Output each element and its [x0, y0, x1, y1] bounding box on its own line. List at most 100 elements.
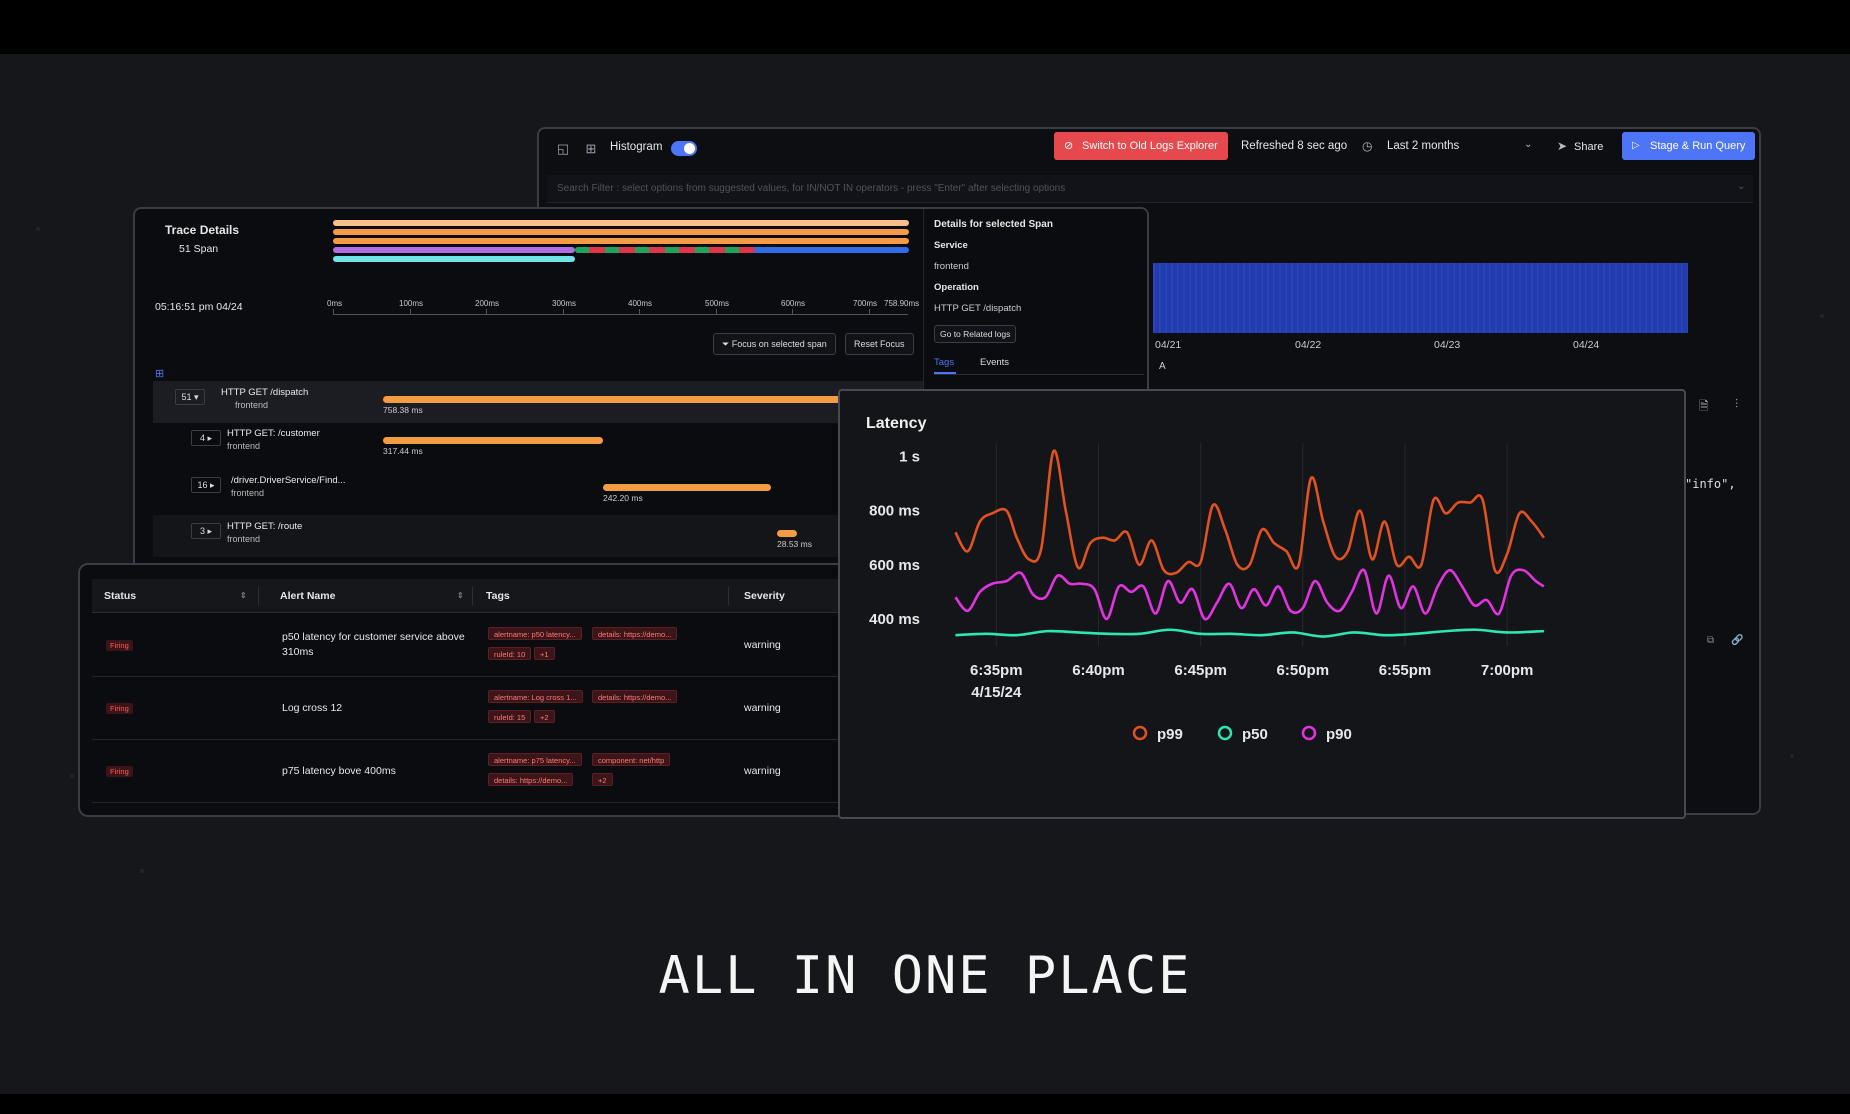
- flame-span: [333, 256, 575, 262]
- promo-stage: ◱ ⊞ Histogram ⊘ Switch to Old Logs Explo…: [0, 54, 1850, 1094]
- column-header-alert-name[interactable]: Alert Name: [280, 590, 335, 602]
- play-icon: ▷: [1632, 140, 1640, 151]
- alert-tag: details: https://demo...: [488, 773, 574, 786]
- sort-icon[interactable]: ⇕: [240, 591, 247, 600]
- tab-events[interactable]: Events: [980, 357, 1009, 368]
- document-icon[interactable]: 🗎: [1699, 397, 1709, 418]
- alerts-table-window: Status ⇕ Alert Name ⇕ Tags Severity Firi…: [78, 563, 858, 817]
- column-header-status[interactable]: Status: [104, 590, 136, 602]
- span-child-count[interactable]: 51 ▾: [175, 389, 205, 405]
- series-line-p50: [955, 628, 1544, 638]
- x-tick-label: 7:00pm: [1481, 662, 1534, 679]
- flame-span: [333, 238, 909, 244]
- trace-tick: 758.90ms: [884, 299, 920, 308]
- span-details-heading: Details for selected Span: [934, 219, 1053, 230]
- link-icon[interactable]: 🔗: [1731, 635, 1743, 646]
- span-duration-bar: [603, 484, 771, 491]
- span-operation: HTTP GET: /route: [227, 521, 303, 532]
- hist-x-tick: 04/24: [1573, 339, 1600, 351]
- hist-x-tick: 04/23: [1434, 339, 1461, 351]
- alert-name: p75 latency bove 400ms: [282, 765, 396, 777]
- sort-icon[interactable]: ⇕: [457, 591, 464, 600]
- list-view-icon[interactable]: ◱: [555, 141, 571, 157]
- settings-sliders-icon[interactable]: ⫶: [1735, 397, 1738, 412]
- hist-legend-a: A: [1159, 361, 1166, 372]
- alert-row[interactable]: Firing p50 latency for customer service …: [92, 614, 852, 677]
- legend-marker-p99: [1132, 725, 1148, 741]
- trace-tick: 100ms: [399, 299, 424, 308]
- span-count: 51 Span: [179, 243, 219, 255]
- trace-tick: 200ms: [475, 299, 500, 308]
- trace-tick: 400ms: [628, 299, 653, 308]
- y-tick-label: 600 ms: [869, 557, 920, 574]
- copy-icon[interactable]: ⧉: [1707, 635, 1714, 646]
- span-child-count[interactable]: 16 ▸: [191, 477, 221, 493]
- span-duration-bar: [777, 530, 797, 537]
- span-duration: 758.38 ms: [383, 405, 423, 415]
- column-header-tags: Tags: [486, 590, 510, 602]
- span-operation: /driver.DriverService/Find...: [231, 475, 346, 486]
- alert-row[interactable]: Firing Log cross 12 alertname: Log cross…: [92, 677, 852, 740]
- legend-label-p50: p50: [1242, 726, 1268, 743]
- go-to-related-logs-button[interactable]: Go to Related logs: [934, 325, 1017, 343]
- span-service: frontend: [235, 400, 269, 410]
- x-tick-label: 6:50pm: [1277, 662, 1330, 679]
- refreshed-status: Refreshed 8 sec ago: [1241, 140, 1348, 152]
- tab-tags[interactable]: Tags: [934, 357, 954, 368]
- histogram-toggle[interactable]: [671, 141, 697, 156]
- search-chevron-icon[interactable]: ⌄: [1737, 181, 1745, 192]
- alert-tag: +2: [592, 773, 613, 786]
- trace-title: Trace Details: [165, 223, 240, 237]
- chevron-down-icon[interactable]: ⌄: [1524, 139, 1532, 150]
- alert-name: Log cross 12: [282, 702, 343, 714]
- x-tick-label: 6:55pm: [1379, 662, 1432, 679]
- share-button[interactable]: Share: [1574, 141, 1603, 153]
- span-duration: 242.20 ms: [603, 493, 643, 503]
- span-child-count[interactable]: 3 ▸: [191, 523, 221, 539]
- trace-tick: 300ms: [552, 299, 577, 308]
- trace-tick: 0ms: [327, 299, 343, 308]
- alert-row[interactable]: Firing p75 latency bove 400ms alertname:…: [92, 740, 852, 803]
- legend-marker-p50: [1217, 725, 1233, 741]
- focus-selected-span-button[interactable]: ⏷ Focus on selected span: [713, 333, 836, 355]
- stage-run-query-button[interactable]: ▷ Stage & Run Query: [1622, 132, 1755, 160]
- span-service: frontend: [227, 441, 261, 451]
- grid-view-icon[interactable]: ⊞: [583, 141, 599, 157]
- series-line-p90: [954, 568, 1545, 621]
- alert-name: p50 latency for customer service above 3…: [282, 631, 465, 658]
- alert-tag: ruleId: 15: [488, 710, 532, 723]
- latency-chart-window: Latency 1 s 800 ms 600 ms 400 ms 6:35pm 6:40p…: [838, 389, 1686, 819]
- share-icon: ➤: [1557, 139, 1568, 153]
- alert-tag: alertname: p75 latency...: [488, 753, 582, 766]
- trace-timestamp: 05:16:51 pm 04/24: [155, 301, 243, 313]
- switch-old-logs-button[interactable]: ⊘ Switch to Old Logs Explorer: [1054, 132, 1228, 160]
- reset-focus-button[interactable]: Reset Focus: [845, 333, 914, 355]
- time-range-select[interactable]: Last 2 months: [1387, 140, 1459, 152]
- trace-tick: 500ms: [705, 299, 730, 308]
- latency-line-chart[interactable]: 1 s 800 ms 600 ms 400 ms 6:35pm 6:40pm 6:45pm 6…: [840, 391, 1684, 817]
- span-operation: HTTP GET /dispatch: [221, 387, 309, 398]
- alert-tag: details: https://demo...: [592, 690, 678, 703]
- tagline: ALL IN ONE PLACE: [658, 946, 1192, 1006]
- span-duration: 317.44 ms: [383, 446, 423, 456]
- switch-old-logs-label: Switch to Old Logs Explorer: [1082, 140, 1218, 152]
- x-date-label: 4/15/24: [971, 684, 1022, 701]
- alert-severity: warning: [744, 639, 781, 651]
- service-label: Service: [934, 240, 968, 251]
- flame-span: [333, 229, 909, 235]
- flame-span: [333, 247, 575, 253]
- alert-tag: alertname: p50 latency...: [488, 627, 582, 640]
- operation-label: Operation: [934, 282, 979, 293]
- expand-all-icon[interactable]: ⊞: [155, 367, 164, 380]
- histogram-label: Histogram: [610, 141, 663, 153]
- span-duration-bar: [383, 437, 603, 444]
- hist-x-tick: 04/22: [1295, 339, 1322, 351]
- x-tick-label: 6:40pm: [1072, 662, 1125, 679]
- span-child-count[interactable]: 4 ▸: [191, 430, 221, 446]
- search-filter-input[interactable]: Search Filter : select options from sugg…: [547, 175, 1753, 203]
- span-service: frontend: [231, 488, 265, 498]
- trace-tick: 700ms: [853, 299, 878, 308]
- histogram-bar: [1153, 263, 1688, 333]
- span-duration: 28.53 ms: [777, 539, 812, 549]
- column-header-severity: Severity: [744, 590, 785, 602]
